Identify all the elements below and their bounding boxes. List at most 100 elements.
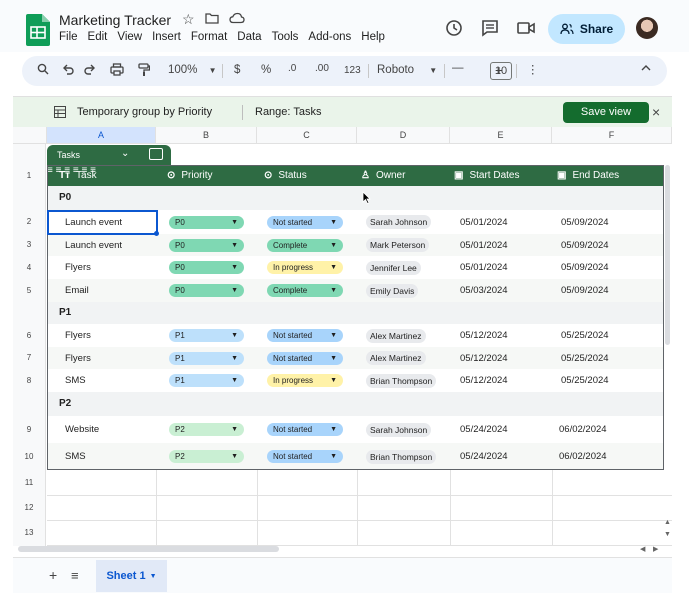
header-start-dates[interactable]: ▣ Start Dates bbox=[454, 165, 519, 186]
person-chip[interactable]: Alex Martinez bbox=[366, 351, 426, 365]
end-date-cell[interactable]: 06/02/2024 bbox=[559, 416, 607, 443]
end-date-cell[interactable]: 05/09/2024 bbox=[561, 279, 609, 302]
table-name-tab[interactable]: Tasks ⌄ bbox=[47, 145, 171, 165]
horizontal-scrollbar[interactable] bbox=[18, 546, 279, 552]
status-chip[interactable]: In progress ▼ bbox=[267, 261, 343, 274]
menu-view[interactable]: View bbox=[117, 31, 142, 43]
share-button[interactable]: Share bbox=[548, 14, 625, 44]
column-header-b[interactable]: B bbox=[156, 127, 257, 144]
add-sheet-button[interactable]: + bbox=[49, 567, 57, 583]
task-cell[interactable]: Flyers bbox=[65, 324, 91, 347]
chevron-down-icon[interactable]: ▼ bbox=[150, 573, 157, 580]
row-header-6[interactable]: 6 bbox=[13, 324, 46, 347]
status-cell[interactable]: Not started ▼ bbox=[267, 347, 343, 369]
menu-insert[interactable]: Insert bbox=[152, 31, 181, 43]
task-cell[interactable]: Flyers bbox=[65, 347, 91, 369]
task-cell[interactable]: Launch event bbox=[65, 234, 122, 256]
font-select[interactable]: Roboto ▼ bbox=[377, 64, 437, 76]
font-size-decrease-button[interactable]: — bbox=[452, 62, 464, 74]
priority-chip[interactable]: P1 ▼ bbox=[169, 374, 244, 387]
priority-cell[interactable]: P1 ▼ bbox=[169, 324, 244, 347]
currency-format-button[interactable]: $ bbox=[234, 64, 240, 76]
status-chip[interactable]: Not started ▼ bbox=[267, 351, 343, 365]
owner-cell[interactable]: Jennifer Lee bbox=[366, 256, 421, 279]
end-date-cell[interactable]: 05/25/2024 bbox=[561, 324, 609, 347]
owner-cell[interactable]: Sarah Johnson bbox=[366, 210, 432, 234]
owner-cell[interactable]: Brian Thompson bbox=[366, 369, 437, 392]
status-cell[interactable]: Complete ▼ bbox=[267, 234, 343, 256]
table-row[interactable]: Flyers P0 ▼ In progress ▼ Jennifer Lee 05/… bbox=[47, 256, 664, 279]
select-all-corner[interactable] bbox=[13, 127, 47, 144]
redo-icon[interactable] bbox=[84, 63, 96, 78]
task-cell[interactable]: Launch event bbox=[65, 210, 122, 234]
status-chip[interactable]: Complete ▼ bbox=[267, 238, 343, 252]
version-history-icon[interactable] bbox=[444, 18, 464, 38]
priority-cell[interactable]: P1 ▼ bbox=[169, 369, 244, 392]
table-row[interactable]: Flyers P1 ▼ Not started ▼ Alex Martinez 05… bbox=[47, 324, 664, 347]
percent-format-button[interactable]: % bbox=[261, 64, 271, 76]
priority-cell[interactable]: P0 ▼ bbox=[169, 234, 244, 256]
row-header-8[interactable]: 8 bbox=[13, 369, 46, 392]
start-date-cell[interactable]: 05/03/2024 bbox=[460, 279, 508, 302]
print-icon[interactable] bbox=[110, 63, 124, 79]
priority-chip[interactable]: P1 ▼ bbox=[169, 329, 244, 342]
row-header-12[interactable]: 12 bbox=[13, 495, 46, 520]
end-date-cell[interactable]: 05/09/2024 bbox=[561, 210, 609, 234]
task-cell[interactable]: Website bbox=[65, 416, 99, 443]
row-header-2[interactable]: 2 bbox=[13, 210, 46, 234]
all-sheets-button[interactable]: ≡ bbox=[71, 568, 79, 583]
task-cell[interactable]: SMS bbox=[65, 443, 86, 470]
end-date-cell[interactable]: 05/09/2024 bbox=[561, 256, 609, 279]
person-chip[interactable]: Mark Peterson bbox=[366, 238, 430, 252]
header-owner[interactable]: ♙ Owner bbox=[361, 165, 405, 186]
priority-chip[interactable]: P2 ▼ bbox=[169, 423, 244, 436]
chevron-up-icon[interactable] bbox=[641, 63, 651, 75]
table-row[interactable]: Website P2 ▼ Not started ▼ Sarah Johnson 0… bbox=[47, 416, 664, 443]
owner-cell[interactable]: Emily Davis bbox=[366, 279, 419, 302]
table-row[interactable]: SMS P2 ▼ Not started ▼ Brian Thompson 05/2… bbox=[47, 443, 664, 470]
header-priority[interactable]: ⊙ Priority bbox=[167, 165, 213, 186]
scroll-left-arrow[interactable]: ◀ bbox=[640, 545, 645, 553]
status-cell[interactable]: In progress ▼ bbox=[267, 256, 343, 279]
status-cell[interactable]: Not started ▼ bbox=[267, 210, 343, 234]
priority-cell[interactable]: P2 ▼ bbox=[169, 416, 244, 443]
status-cell[interactable]: Not started ▼ bbox=[267, 443, 343, 470]
row-header-3[interactable]: 3 bbox=[13, 234, 46, 256]
start-date-cell[interactable]: 05/24/2024 bbox=[460, 443, 508, 470]
menu-data[interactable]: Data bbox=[237, 31, 261, 43]
table-row[interactable]: Launch event P0 ▼ Complete ▼ Mark Peterson… bbox=[47, 234, 664, 256]
avatar[interactable] bbox=[636, 17, 658, 39]
vertical-scrollbar[interactable] bbox=[665, 165, 670, 345]
table-row[interactable]: Launch event P0 ▼ Not started ▼ Sarah John… bbox=[47, 210, 664, 234]
end-date-cell[interactable]: 06/02/2024 bbox=[559, 443, 607, 470]
end-date-cell[interactable]: 05/25/2024 bbox=[561, 347, 609, 369]
end-date-cell[interactable]: 05/09/2024 bbox=[561, 234, 609, 256]
search-icon[interactable] bbox=[37, 63, 49, 78]
status-chip[interactable]: In progress ▼ bbox=[267, 374, 343, 387]
row-header-7[interactable]: 7 bbox=[13, 347, 46, 369]
zoom-select[interactable]: 100% ▼ bbox=[168, 64, 217, 76]
scroll-down-arrow[interactable]: ▼ bbox=[664, 531, 671, 538]
menu-format[interactable]: Format bbox=[191, 31, 227, 43]
increase-decimal-button[interactable]: .00 bbox=[315, 63, 329, 74]
comments-icon[interactable] bbox=[480, 18, 500, 38]
paint-format-icon[interactable] bbox=[138, 63, 151, 80]
priority-cell[interactable]: P0 ▼ bbox=[169, 210, 244, 234]
status-chip[interactable]: Not started ▼ bbox=[267, 423, 343, 436]
font-size-increase-button[interactable]: + bbox=[495, 62, 503, 78]
save-view-button[interactable]: Save view bbox=[563, 102, 649, 123]
status-cell[interactable]: In progress ▼ bbox=[267, 369, 343, 392]
folder-icon[interactable] bbox=[204, 11, 219, 28]
menu-file[interactable]: File bbox=[59, 31, 78, 43]
table-row[interactable]: SMS P1 ▼ In progress ▼ Brian Thompson 05/1… bbox=[47, 369, 664, 392]
more-options-icon[interactable]: ⋮ bbox=[527, 62, 539, 76]
column-header-e[interactable]: E bbox=[450, 127, 552, 144]
group-row-p1[interactable]: P1 bbox=[47, 302, 664, 324]
start-date-cell[interactable]: 05/01/2024 bbox=[460, 256, 508, 279]
person-chip[interactable]: Jennifer Lee bbox=[366, 260, 421, 275]
group-row-p2[interactable]: P2 bbox=[47, 392, 664, 416]
owner-cell[interactable]: Alex Martinez bbox=[366, 347, 426, 369]
row-header-1[interactable]: 1 bbox=[13, 165, 46, 186]
row-header-13[interactable]: 13 bbox=[13, 520, 46, 546]
person-chip[interactable]: Sarah Johnson bbox=[366, 422, 432, 437]
